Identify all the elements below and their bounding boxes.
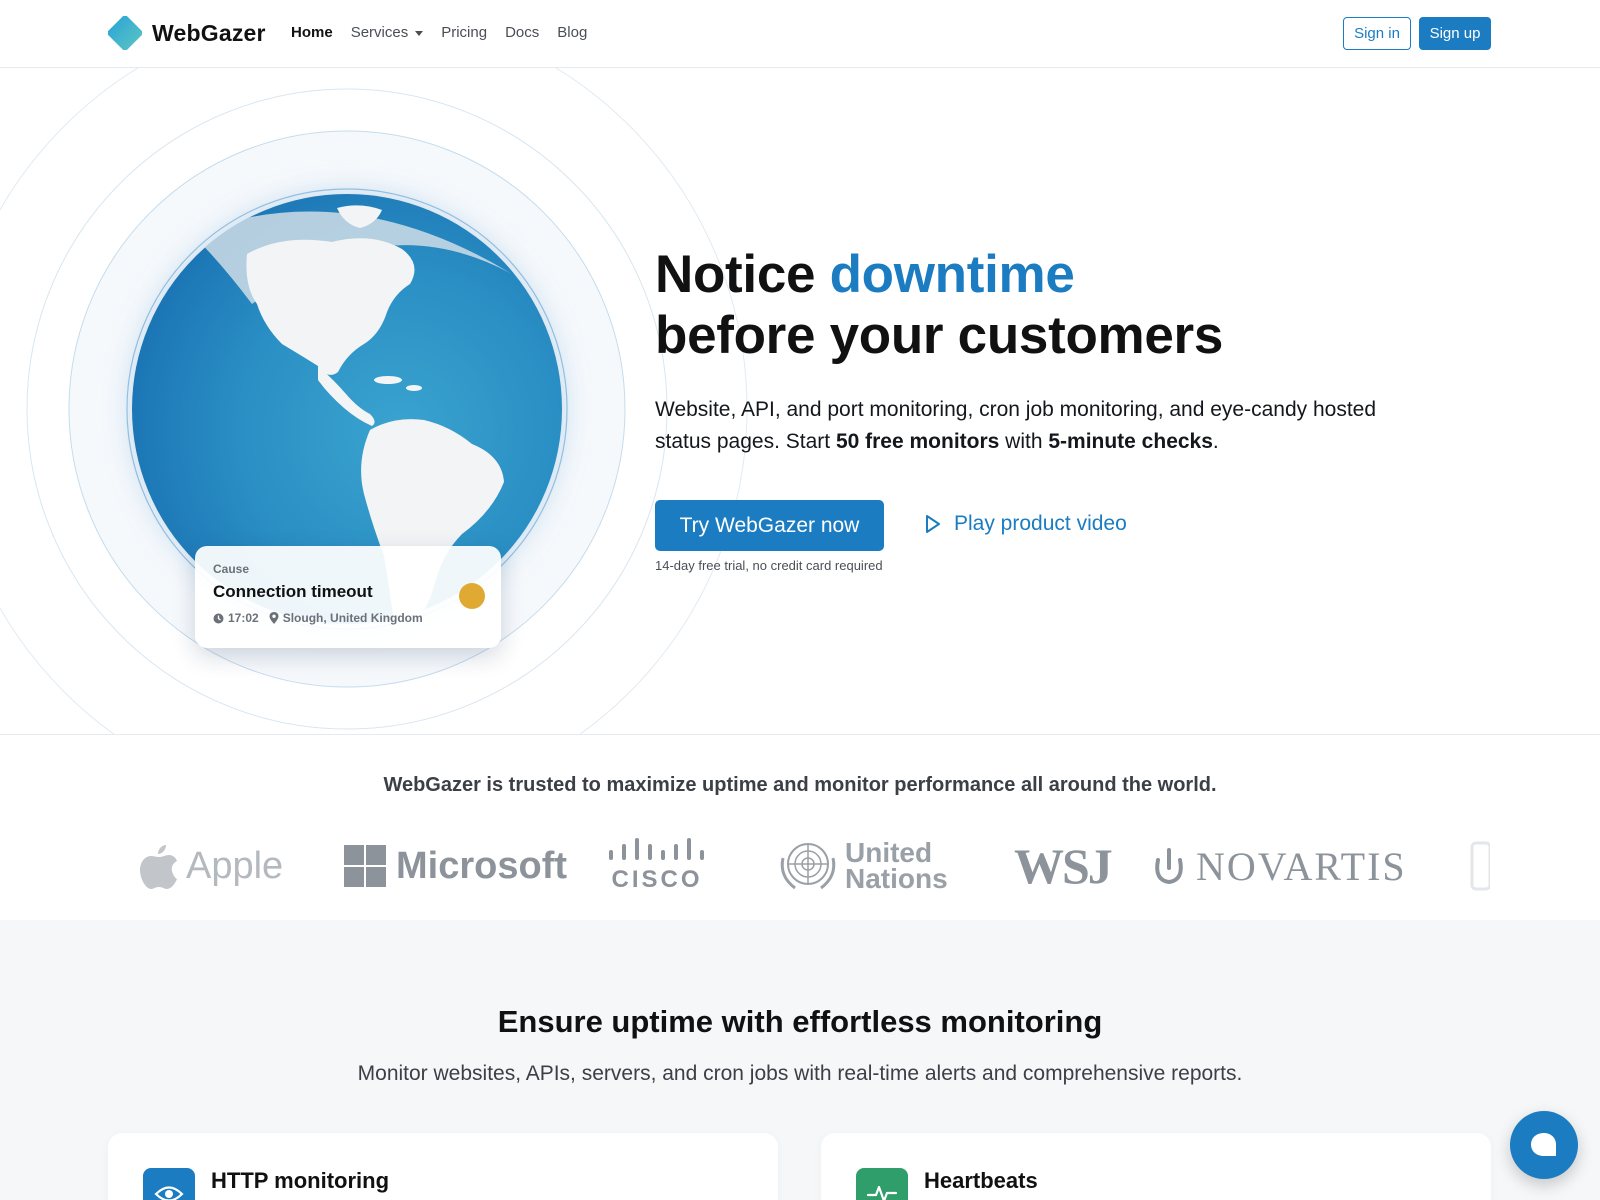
un-emblem-icon <box>780 843 836 890</box>
chevron-down-icon <box>415 30 424 36</box>
united-nations-logo: United Nations <box>777 835 948 897</box>
play-product-video-label: Play product video <box>954 512 1127 535</box>
cause-label: Cause <box>213 562 250 576</box>
novartis-logo: NOVARTIS <box>1152 835 1407 897</box>
cause-meta: 17:02 Slough, United Kingdom <box>213 611 483 625</box>
microsoft-wordmark: Microsoft <box>396 844 567 887</box>
nav-home[interactable]: Home <box>291 24 333 41</box>
cisco-wordmark: CISCO <box>611 866 703 893</box>
wsj-logo: WSJ <box>1014 835 1113 897</box>
cause-title: Connection timeout <box>213 582 373 601</box>
microsoft-squares-icon <box>344 845 386 887</box>
un-wordmark: United Nations <box>845 839 948 894</box>
partial-logo-icon <box>1470 841 1490 891</box>
chat-icon <box>1531 1133 1556 1156</box>
location-pin-icon <box>269 612 279 624</box>
subcopy-part-2: with <box>999 430 1049 453</box>
features-title: Ensure uptime with effortless monitoring <box>497 1004 1103 1039</box>
cisco-logo: CISCO <box>608 835 706 897</box>
trusted-by-section: WebGazer is trusted to maximize uptime a… <box>0 734 1600 920</box>
novartis-wordmark: NOVARTIS <box>1196 843 1407 889</box>
subcopy-bold-1: 50 free monitors <box>835 430 1000 453</box>
headline-line-two: before your customers <box>655 306 1224 365</box>
headline-accent: downtime <box>829 245 1075 304</box>
incident-location-wrap: Slough, United Kingdom <box>269 611 423 625</box>
brand-name: WebGazer <box>152 19 266 46</box>
customer-logos: Apple Microsoft CISCO United Nations WSJ… <box>130 835 1490 905</box>
play-product-video-link[interactable]: Play product video <box>924 512 1127 536</box>
feature-title-heartbeats: Heartbeats <box>924 1168 1038 1193</box>
feature-card-http-monitoring[interactable]: HTTP monitoring <box>108 1133 778 1200</box>
brand-link[interactable]: WebGazer <box>108 16 266 50</box>
incident-cause-card: Cause Connection timeout 17:02 Slough, U… <box>195 546 501 648</box>
cisco-bars-icon <box>609 838 704 860</box>
subcopy-part-3: . <box>1212 430 1219 453</box>
nav-blog[interactable]: Blog <box>557 24 587 41</box>
sign-up-button[interactable]: Sign up <box>1419 17 1491 50</box>
trusted-title: WebGazer is trusted to maximize uptime a… <box>383 774 1217 796</box>
pulse-icon <box>867 1185 897 1200</box>
subcopy-bold-2: 5-minute checks <box>1048 430 1213 453</box>
features-section: Ensure uptime with effortless monitoring… <box>0 920 1600 1200</box>
feature-icon-tile-http <box>143 1168 195 1200</box>
feature-title-http: HTTP monitoring <box>211 1168 390 1193</box>
headline-prefix: Notice <box>655 245 830 304</box>
trial-note: 14-day free trial, no credit card requir… <box>655 558 883 573</box>
microsoft-logo: Microsoft <box>344 835 567 897</box>
nav-services[interactable]: Services <box>351 24 424 41</box>
hero-section: Cause Connection timeout 17:02 Slough, U… <box>0 68 1600 734</box>
apple-icon <box>140 845 177 889</box>
features-subtitle: Monitor websites, APIs, servers, and cro… <box>357 1062 1243 1085</box>
main-menu: Home Services Pricing Docs Blog <box>291 24 605 41</box>
incident-status-dot <box>459 583 485 609</box>
incident-time: 17:02 <box>228 611 259 625</box>
partial-logo <box>1470 835 1490 897</box>
apple-logo: Apple <box>140 835 283 897</box>
top-navbar: WebGazer Home Services Pricing Docs Blog… <box>0 0 1600 68</box>
chat-widget-button[interactable] <box>1510 1111 1578 1179</box>
feature-icon-tile-heartbeats <box>856 1168 908 1200</box>
webgazer-logo-icon <box>108 16 142 50</box>
nav-pricing[interactable]: Pricing <box>441 24 487 41</box>
play-icon <box>926 515 940 533</box>
try-webgazer-button[interactable]: Try WebGazer now <box>655 500 884 551</box>
clock-icon <box>213 613 224 623</box>
hero-headline: Notice downtime before your customers <box>655 244 1223 366</box>
un-line-2: Nations <box>845 863 948 894</box>
nav-services-label: Services <box>350 24 409 41</box>
hero-subcopy: Website, API, and port monitoring, cron … <box>655 394 1415 458</box>
incident-location: Slough, United Kingdom <box>282 611 423 625</box>
apple-wordmark: Apple <box>186 844 284 887</box>
wsj-wordmark: WSJ <box>1014 838 1113 894</box>
eye-icon <box>154 1186 184 1200</box>
nav-docs[interactable]: Docs <box>505 24 539 41</box>
novartis-flame-icon <box>1155 848 1183 885</box>
sign-in-button[interactable]: Sign in <box>1343 17 1411 50</box>
feature-card-heartbeats[interactable]: Heartbeats <box>821 1133 1491 1200</box>
